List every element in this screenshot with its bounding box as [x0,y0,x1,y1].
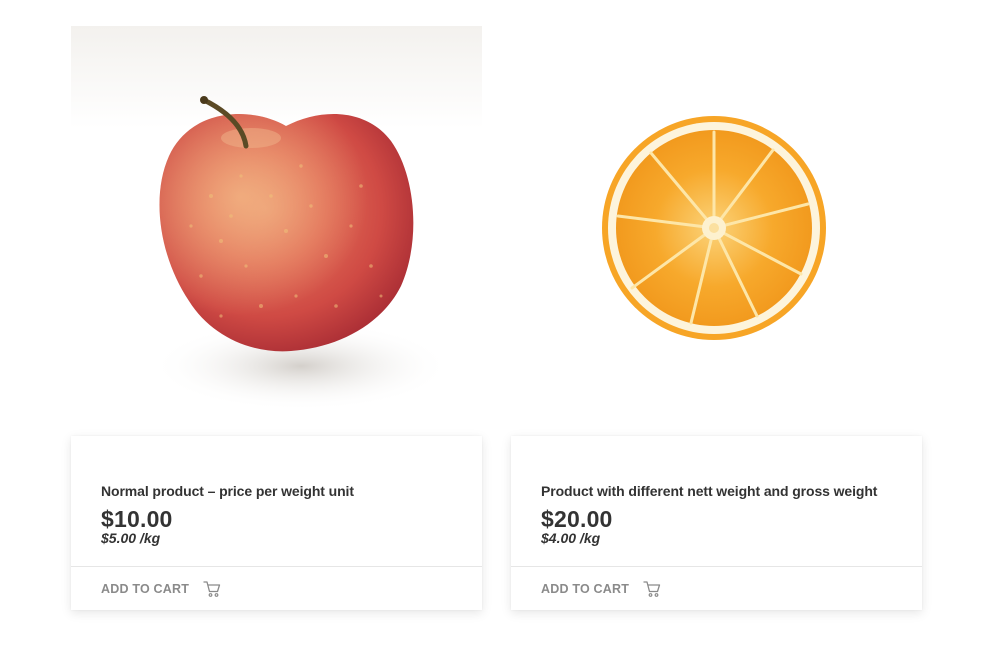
add-to-cart-button[interactable]: ADD TO CART [541,576,661,602]
product-card: Normal product – price per weight unit $… [71,26,482,610]
add-to-cart-label: ADD TO CART [541,582,630,596]
product-image-apple[interactable] [71,26,482,436]
divider [71,566,482,567]
add-to-cart-label: ADD TO CART [101,582,190,596]
product-image-orange[interactable] [511,26,922,436]
cart-icon [203,580,221,598]
product-info: Product with different nett weight and g… [511,436,922,610]
product-price: $10.00 [101,506,173,532]
divider [511,566,922,567]
product-card: Product with different nett weight and g… [511,26,922,610]
product-unit-price: $4.00 /kg [541,530,601,546]
product-info: Normal product – price per weight unit $… [71,436,482,610]
cart-icon [643,580,661,598]
product-unit-price: $5.00 /kg [101,530,161,546]
orange-slice-image [602,116,826,340]
product-title[interactable]: Normal product – price per weight unit [101,483,354,499]
apple-image [71,26,482,436]
product-title[interactable]: Product with different nett weight and g… [541,483,877,499]
product-price: $20.00 [541,506,613,532]
add-to-cart-button[interactable]: ADD TO CART [101,576,221,602]
product-grid: Normal product – price per weight unit $… [71,26,922,610]
